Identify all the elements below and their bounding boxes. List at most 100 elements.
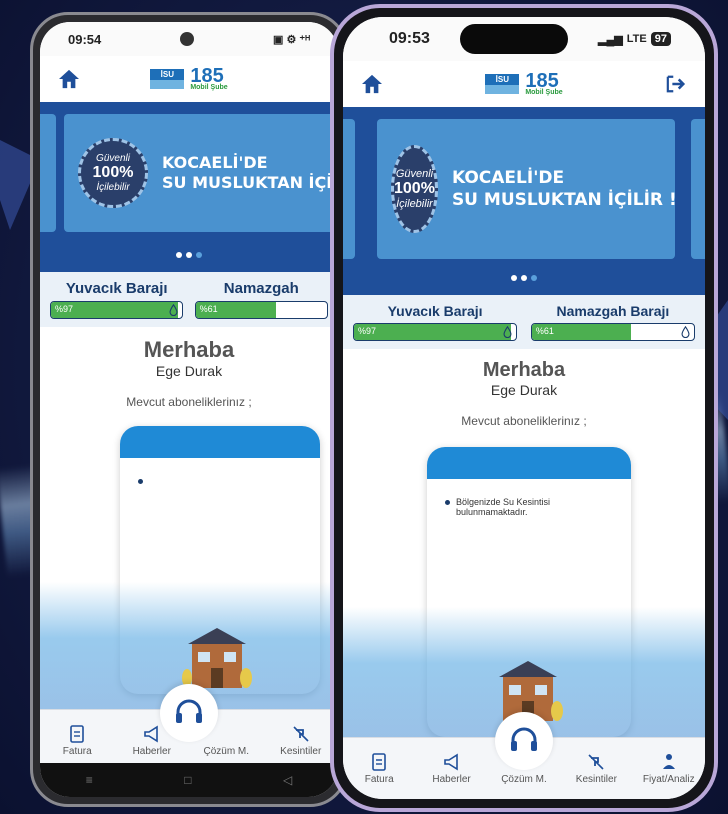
invoice-icon xyxy=(70,725,85,743)
android-phone: 09:54 ▣ ⚙ ⁺ᴴ İSU 185 Mobil Şube Güvenli … xyxy=(30,12,348,807)
tab-fatura[interactable]: Fatura xyxy=(46,724,108,757)
bullet-icon xyxy=(138,479,143,484)
water-drop-icon xyxy=(503,326,512,338)
dam-level-bar: %61 xyxy=(530,323,695,341)
iphone: 09:53 ▂▄▆ LTE 97 İSU 185 Mobil Şube Güve… xyxy=(330,4,718,812)
menu-nav-icon[interactable]: ≡ xyxy=(86,773,93,787)
tab-label: Kesintiler xyxy=(280,746,322,757)
dam-levels: Yuvacık Barajı %97 Namazgah %61 xyxy=(40,272,338,327)
carousel-dot[interactable] xyxy=(511,275,517,281)
tab-cozum-merkezi[interactable]: Çözüm M. xyxy=(493,712,555,785)
carousel-prev-slide[interactable] xyxy=(40,114,56,232)
tab-haberler[interactable]: Haberler xyxy=(421,752,483,785)
carousel-dot-active[interactable] xyxy=(196,252,202,258)
carousel-slide[interactable]: Güvenli 100% İçilebilir KOCAELİ'DE SU MU… xyxy=(377,119,677,259)
logo-subtitle: Mobil Şube xyxy=(525,88,563,96)
dam-level-text: %97 xyxy=(358,326,377,336)
house-icon xyxy=(182,628,252,688)
banner-carousel[interactable]: Güvenli 100% İçilebilir KOCAELİ'DE SU MU… xyxy=(40,102,338,272)
dam-level-bar: %97 xyxy=(353,323,518,341)
battery-level: 97 xyxy=(650,32,671,46)
card-body: Bölgenizde Su Kesintisi bulunmamaktadır. xyxy=(427,479,631,535)
invoice-icon xyxy=(372,753,386,771)
slide-line-1: KOCAELİ'DE xyxy=(451,168,565,188)
network-label: LTE xyxy=(626,33,647,45)
app-header: İSU 185 Mobil Şube xyxy=(343,61,705,107)
status-time: 09:54 xyxy=(68,31,102,47)
tab-label: Haberler xyxy=(432,774,471,785)
greeting-title: Merhaba xyxy=(143,337,235,362)
bottom-tab-bar: Fatura Haberler Çözüm M. Kesintiler Fiya… xyxy=(343,712,705,799)
greeting-section: Merhaba Ege Durak Mevcut aboneliklerinız… xyxy=(343,349,705,428)
carousel-dots xyxy=(343,275,705,281)
tab-label: Fatura xyxy=(364,774,394,785)
card-header xyxy=(120,426,320,458)
slide-headline: KOCAELİ'DE SU MUSLUKTAN İÇİL xyxy=(162,153,338,193)
logout-icon[interactable] xyxy=(665,74,687,94)
dam-level-text: %61 xyxy=(199,304,218,314)
iphone-screen: 09:53 ▂▄▆ LTE 97 İSU 185 Mobil Şube Güve… xyxy=(343,17,705,799)
status-bar: 09:53 ▂▄▆ LTE 97 xyxy=(343,17,705,61)
badge-top-text: Güvenli xyxy=(96,153,130,164)
dam-yuvacik[interactable]: Yuvacık Barajı %97 xyxy=(353,303,518,341)
signal-icon: ▂▄▆ xyxy=(598,33,623,46)
carousel-slide[interactable]: Güvenli 100% İçilebilir KOCAELİ'DE SU MU… xyxy=(64,114,338,232)
home-icon[interactable] xyxy=(58,69,80,89)
tab-label: Çözüm M. xyxy=(501,774,547,785)
tab-fiyat-analiz[interactable]: Fiyat/Analiz xyxy=(638,752,700,785)
carousel-dot[interactable] xyxy=(186,252,192,258)
dam-level-text: %61 xyxy=(535,326,554,336)
badge-percent: 100% xyxy=(394,180,435,197)
water-drop-icon xyxy=(169,304,178,316)
carousel-dot[interactable] xyxy=(176,252,182,258)
back-nav-icon[interactable]: ◁ xyxy=(283,773,292,787)
bottom-tab-bar: Fatura Haberler Çözüm M. Kesintiler xyxy=(40,684,338,763)
dam-level-bar: %97 xyxy=(50,301,184,319)
dam-name: Namazgah Barajı xyxy=(556,303,670,319)
slide-line-1: KOCAELİ'DE xyxy=(162,153,268,172)
android-screen: 09:54 ▣ ⚙ ⁺ᴴ İSU 185 Mobil Şube Güvenli … xyxy=(40,22,338,797)
tab-label: Kesintiler xyxy=(575,774,617,785)
badge-bottom-text: İçilebilir xyxy=(96,182,130,193)
tab-label: Fatura xyxy=(62,746,92,757)
logo-number: 185 xyxy=(190,64,224,87)
dam-namazgah[interactable]: Namazgah %61 xyxy=(194,280,328,319)
dam-level-fill xyxy=(354,324,512,340)
badge-percent: 100% xyxy=(92,164,134,181)
slide-headline: KOCAELİ'DE SU MUSLUKTAN İÇİLİR ! xyxy=(452,167,677,211)
logo-subtitle: Mobil Şube xyxy=(190,83,228,91)
tab-label: Çözüm M. xyxy=(203,746,250,757)
app-header: İSU 185 Mobil Şube xyxy=(40,56,338,102)
safe-water-badge: Güvenli 100% İçilebilir xyxy=(78,138,148,208)
dam-levels: Yuvacık Barajı %97 Namazgah Barajı %61 xyxy=(343,295,705,349)
carousel-dot-active[interactable] xyxy=(531,275,537,281)
dynamic-island xyxy=(459,24,568,54)
carousel-dot[interactable] xyxy=(521,275,527,281)
status-icons: ▣ ⚙ ⁺ᴴ xyxy=(273,33,310,46)
dam-level-text: %97 xyxy=(55,304,74,314)
dam-yuvacik[interactable]: Yuvacık Barajı %97 xyxy=(50,280,184,319)
dam-namazgah[interactable]: Namazgah Barajı %61 xyxy=(530,303,695,341)
home-icon[interactable] xyxy=(361,74,383,94)
support-headset-button[interactable] xyxy=(495,712,553,770)
isu-logo-box: İSU xyxy=(485,74,520,94)
home-nav-icon[interactable]: □ xyxy=(184,773,191,787)
tab-kesintiler[interactable]: Kesintiler xyxy=(270,724,332,757)
tab-fatura[interactable]: Fatura xyxy=(348,752,410,785)
carousel-next-slide[interactable] xyxy=(691,119,705,259)
user-name: Ege Durak xyxy=(490,382,558,398)
tab-cozum-merkezi[interactable]: Çözüm M. xyxy=(160,684,257,757)
status-time: 09:53 xyxy=(389,30,430,47)
slide-line-2: SU MUSLUKTAN İÇİLİR ! xyxy=(451,190,677,210)
card-body xyxy=(120,458,320,502)
banner-carousel[interactable]: Güvenli 100% İçilebilir KOCAELİ'DE SU MU… xyxy=(343,107,705,295)
dam-name: Yuvacık Barajı xyxy=(387,303,483,319)
carousel-prev-slide[interactable] xyxy=(343,119,355,259)
safe-water-badge: Güvenli 100% İçilebilir xyxy=(391,145,438,233)
status-icons: ▂▄▆ LTE 97 xyxy=(598,32,671,46)
greeting-title: Merhaba xyxy=(482,359,566,381)
support-headset-button[interactable] xyxy=(160,684,218,742)
tab-kesintiler[interactable]: Kesintiler xyxy=(565,752,627,785)
logo-number: 185 xyxy=(525,69,559,92)
greeting-section: Merhaba Ege Durak Mevcut aboneliklerinız… xyxy=(40,327,338,409)
